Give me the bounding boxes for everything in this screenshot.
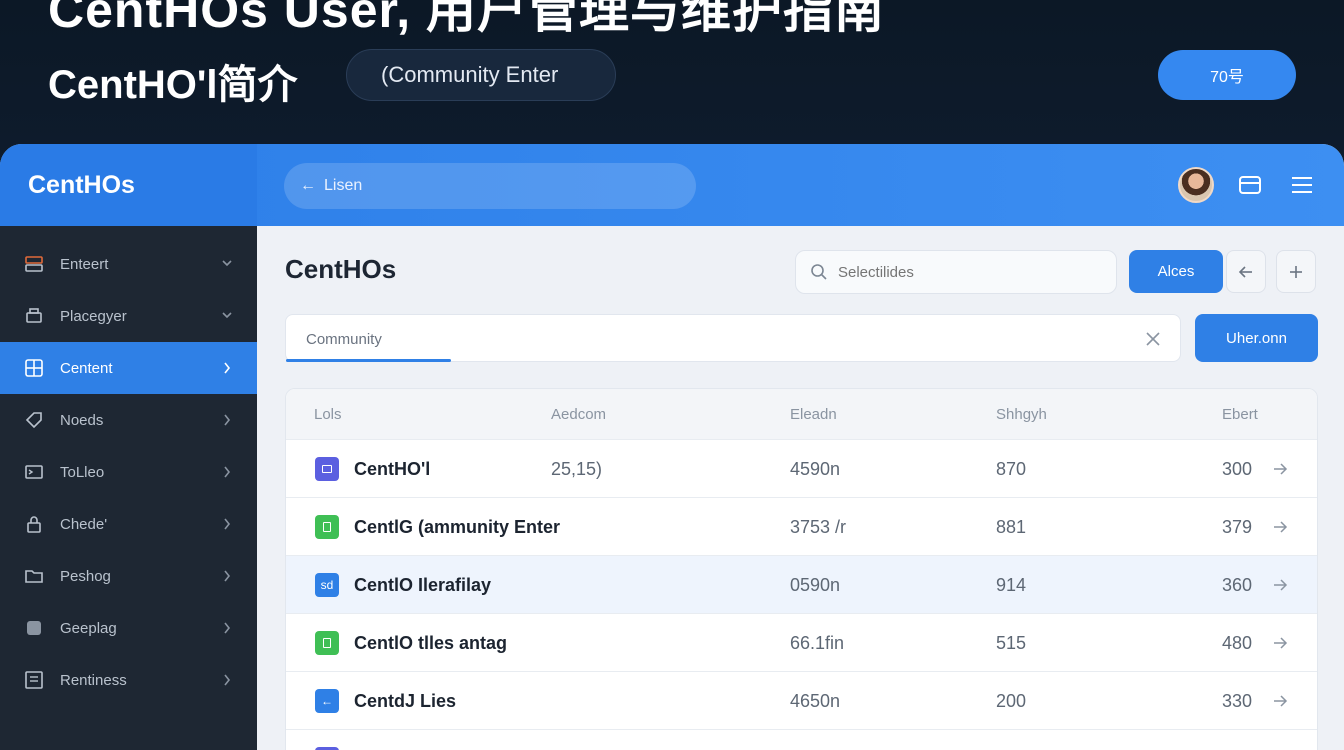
close-icon[interactable] (1144, 330, 1162, 348)
table-row[interactable] (286, 729, 1317, 750)
alces-button[interactable]: Alces (1129, 250, 1223, 293)
row-name: CentdJ Lies (354, 691, 457, 711)
row-cell: 870 (996, 459, 1027, 479)
arrow-right-icon[interactable] (1272, 462, 1288, 476)
table-header: Lols Aedcom Eleadn Shhgyh Ebert (286, 389, 1317, 439)
printer-icon (24, 306, 44, 326)
arrow-right-icon[interactable] (1272, 520, 1288, 534)
search-input[interactable] (838, 263, 1098, 281)
file-icon (315, 457, 339, 481)
row-cell: 480 (1222, 633, 1253, 653)
row-name: CentlG (ammunity Enter (354, 517, 561, 537)
banner-button[interactable]: 70号 (1158, 50, 1296, 100)
chart-icon: sd (315, 573, 339, 597)
folder-icon (24, 566, 44, 586)
row-cell: 66.1fin (790, 633, 845, 653)
column-header[interactable]: Shhgyh (996, 406, 1047, 423)
table-row[interactable]: CentlO tlles antag 66.1fin 515 480 (286, 613, 1317, 671)
row-cell: 379 (1222, 517, 1253, 537)
filter-apply-button[interactable]: Uher.onn (1195, 314, 1318, 362)
sidebar-item-placegyer[interactable]: Placegyer (0, 290, 257, 342)
filter-underline (286, 359, 451, 362)
data-table: Lols Aedcom Eleadn Shhgyh Ebert CentHO'l… (285, 388, 1318, 750)
page-title: CentHOs (285, 254, 397, 284)
column-header[interactable]: Lols (314, 406, 342, 423)
menu-icon[interactable] (1289, 172, 1315, 198)
row-name: CentlO tlles antag (354, 633, 508, 653)
back-button[interactable] (1226, 250, 1266, 293)
chevron-right-icon (224, 518, 231, 530)
row-cell: 360 (1222, 575, 1253, 595)
sidebar-item-noeds[interactable]: Noeds (0, 394, 257, 446)
brand-logo[interactable]: CentHOs (0, 144, 257, 226)
row-name: CentHO'l (354, 459, 431, 479)
chevron-down-icon (222, 312, 232, 319)
server-icon (24, 254, 44, 274)
filter-input[interactable] (306, 327, 1126, 351)
sidebar-item-enteert[interactable]: Enteert (0, 238, 257, 290)
top-search-placeholder: Lisen (324, 177, 363, 194)
row-cell: 200 (996, 691, 1027, 711)
lock-icon (24, 514, 44, 534)
table-row[interactable]: CentHO'l 25,15) 4590n 870 300 (286, 439, 1317, 497)
search-icon (811, 264, 827, 280)
top-bar: CentHOs ← Lisen (0, 144, 1344, 226)
chevron-right-icon (224, 622, 231, 634)
sidebar-item-rentiness[interactable]: Rentiness (0, 654, 257, 706)
table-row[interactable]: sd CentlO Ilerafilay 0590n 914 360 (286, 555, 1317, 613)
banner-chip: (Community Enter (346, 49, 616, 101)
row-cell: 4590n (790, 459, 841, 479)
row-cell: 330 (1222, 691, 1253, 711)
window-icon[interactable] (1237, 172, 1263, 198)
arrow-right-icon[interactable] (1272, 694, 1288, 708)
row-cell: 300 (1222, 459, 1253, 479)
sidebar-item-peshog[interactable]: Peshog (0, 550, 257, 602)
chevron-right-icon (224, 414, 231, 426)
table-row[interactable]: CentlG (ammunity Enter 3753 /r 881 379 (286, 497, 1317, 555)
grid-icon (24, 358, 44, 378)
row-cell: 515 (996, 633, 1027, 653)
arrow-left-icon (1238, 265, 1252, 278)
row-cell: 3753 /r (790, 517, 847, 537)
arrow-right-icon[interactable] (1272, 636, 1288, 650)
app-window: CentHOs ← Lisen Enteert Placegyer Centen… (0, 144, 1344, 750)
terminal-icon (24, 462, 44, 482)
sidebar-item-chede[interactable]: Chede' (0, 498, 257, 550)
column-header[interactable]: Aedcom (551, 406, 606, 423)
tag-icon (24, 410, 44, 430)
chevron-right-icon (224, 570, 231, 582)
row-cell: 881 (996, 517, 1027, 537)
add-button[interactable] (1276, 250, 1316, 293)
arrow-right-icon[interactable] (1272, 578, 1288, 592)
package-icon (24, 618, 44, 638)
sidebar: Enteert Placegyer Centent Noeds ToLleo C… (0, 226, 257, 750)
table-row[interactable]: ← CentdJ Lies 4650n 200 330 (286, 671, 1317, 729)
sidebar-item-tolleo[interactable]: ToLleo (0, 446, 257, 498)
avatar[interactable] (1178, 167, 1214, 203)
back-arrow-icon: ← (315, 689, 339, 713)
chevron-right-icon (224, 674, 231, 686)
sidebar-item-centent[interactable]: Centent (0, 342, 257, 394)
doc-icon (315, 631, 339, 655)
plus-icon (1290, 265, 1302, 278)
row-name: CentlO Ilerafilay (354, 575, 492, 595)
column-header[interactable]: Ebert (1222, 406, 1258, 423)
banner-subtitle: CentHO'l简介 (48, 63, 298, 107)
search-field[interactable] (795, 250, 1117, 294)
top-search[interactable]: ← Lisen (284, 163, 696, 209)
banner-title: CentHOs User, 用户管理与维护指南 (48, 0, 886, 38)
column-header[interactable]: Eleadn (790, 406, 837, 423)
doc-icon (315, 515, 339, 539)
row-cell: 0590n (790, 575, 841, 595)
filter-bar (285, 314, 1181, 362)
row-cell: 914 (996, 575, 1027, 595)
row-cell: 25,15) (551, 459, 603, 479)
back-arrow-icon: ← (300, 177, 316, 194)
list-icon (24, 670, 44, 690)
chevron-right-icon (224, 466, 231, 478)
sidebar-item-geeplag[interactable]: Geeplag (0, 602, 257, 654)
chevron-right-icon (224, 362, 231, 374)
chevron-down-icon (222, 260, 232, 267)
row-cell: 4650n (790, 691, 841, 711)
